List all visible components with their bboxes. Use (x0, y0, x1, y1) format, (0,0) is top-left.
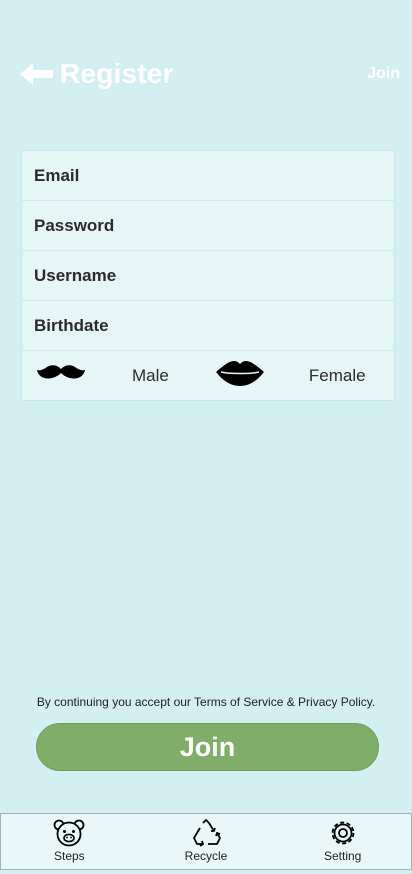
nav-item-recycle[interactable]: Recycle (138, 814, 275, 869)
birthdate-field-label: Birthdate (34, 315, 109, 335)
bear-face-icon (52, 819, 86, 847)
nav-item-setting[interactable]: Setting (274, 814, 411, 869)
password-field-label: Password (34, 215, 115, 235)
register-screen: Register Join Email Password Username Bi… (0, 0, 412, 874)
header-join-link[interactable]: Join (367, 65, 400, 83)
username-field-label: Username (34, 265, 117, 285)
female-label: Female (308, 365, 366, 385)
terms-text: By continuing you accept our Terms of Se… (36, 695, 376, 709)
email-field[interactable]: Email (22, 151, 394, 201)
birthdate-field[interactable]: Birthdate (22, 301, 394, 351)
email-field-label: Email (34, 165, 80, 185)
mustache-icon (36, 363, 86, 388)
lips-icon (215, 359, 265, 392)
recycle-icon (190, 819, 222, 847)
nav-label-setting: Setting (324, 849, 362, 863)
back-button[interactable]: Register (20, 58, 174, 90)
nav-label-recycle: Recycle (184, 849, 228, 863)
username-field[interactable]: Username (22, 251, 394, 301)
nav-label-steps: Steps (53, 849, 85, 863)
gender-option-female[interactable]: Female (215, 359, 366, 392)
gender-option-male[interactable]: Male (36, 363, 169, 388)
nav-item-steps[interactable]: Steps (1, 814, 138, 869)
app-header: Register Join (20, 56, 400, 92)
bottom-nav: Steps Recycle Setting (0, 813, 412, 870)
register-form: Email Password Username Birthdate Male F… (21, 150, 395, 401)
password-field[interactable]: Password (22, 201, 394, 251)
male-label: Male (132, 365, 169, 385)
gear-icon (328, 819, 358, 847)
join-button[interactable]: Join (36, 723, 379, 771)
gender-selector: Male Female (22, 351, 394, 400)
join-button-label: Join (179, 731, 236, 762)
arrow-left-icon (20, 61, 54, 87)
page-title: Register (60, 58, 174, 89)
